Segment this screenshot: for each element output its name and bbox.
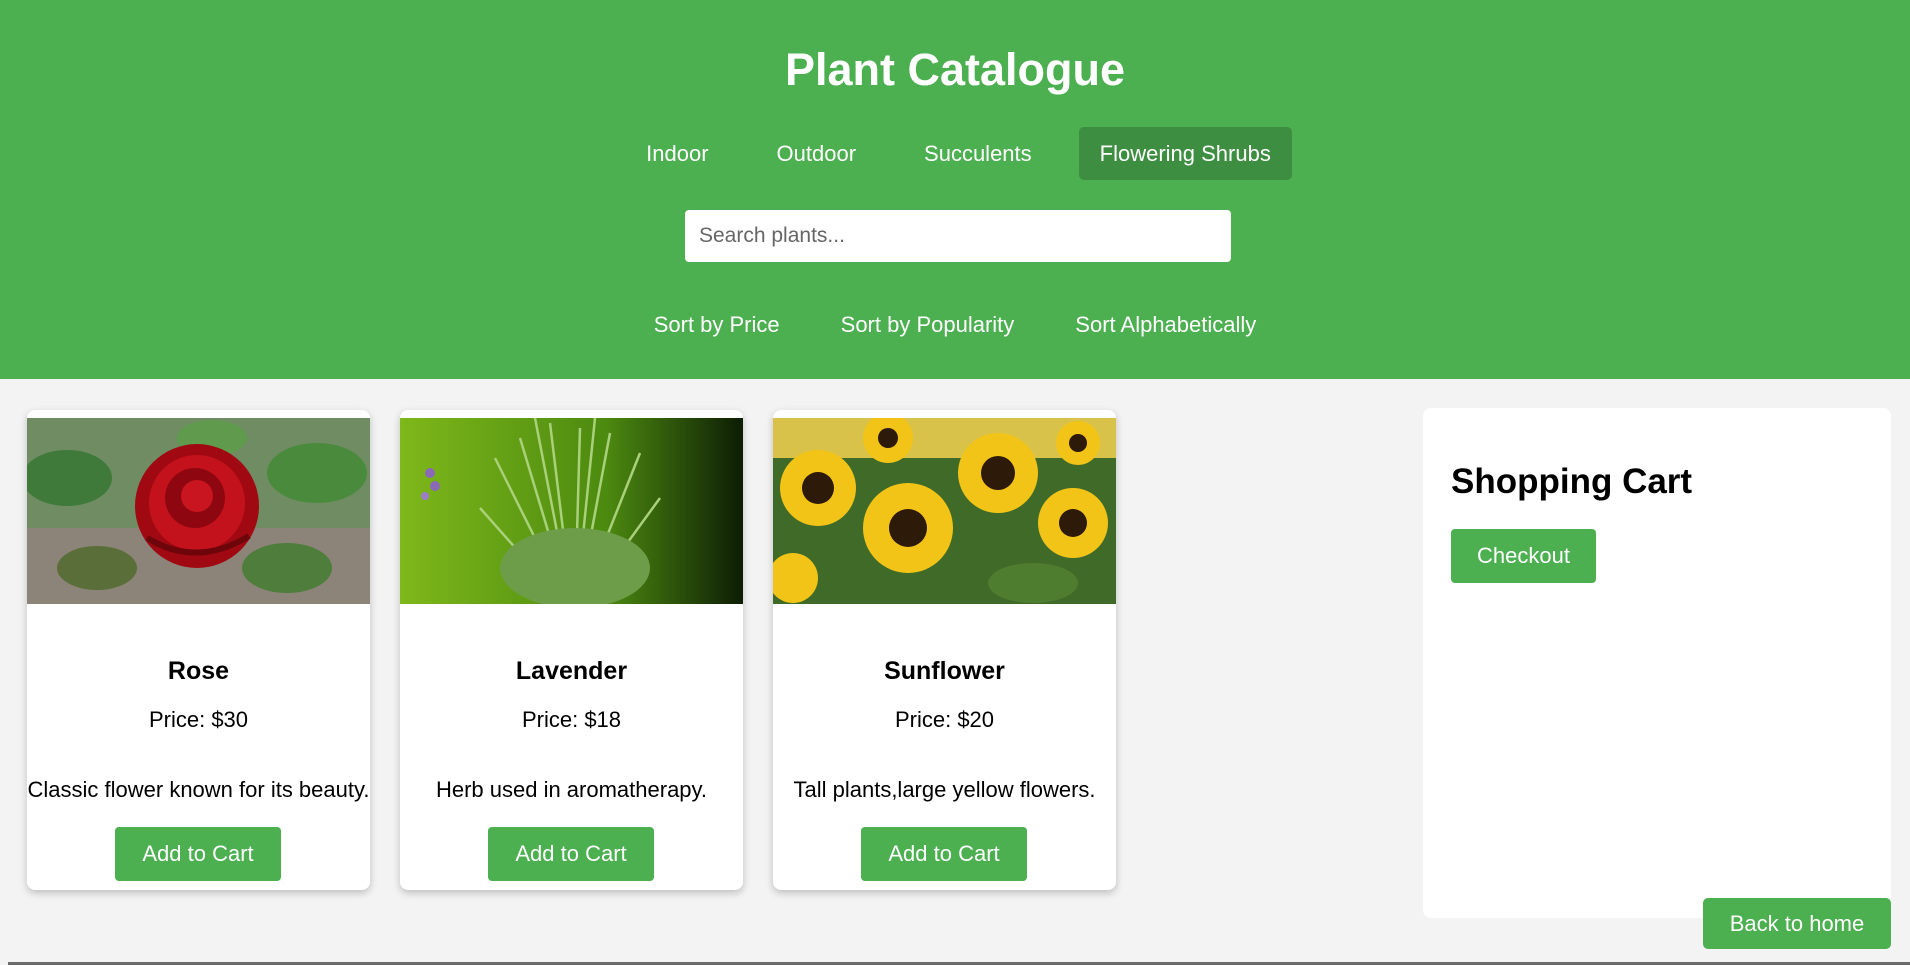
page-title: Plant Catalogue bbox=[784, 44, 1126, 95]
product-description: Herb used in aromatherapy. bbox=[435, 777, 708, 802]
product-description: Classic flower known for its beauty. bbox=[27, 777, 370, 802]
site-header: Plant Catalogue Indoor Outdoor Succulent… bbox=[0, 0, 1910, 379]
product-price: Price: $18 bbox=[521, 707, 622, 732]
back-to-home-button[interactable]: Back to home bbox=[1703, 898, 1891, 949]
sort-by-popularity-link[interactable]: Sort by Popularity bbox=[841, 308, 1015, 342]
cart-title: Shopping Cart bbox=[1451, 462, 1693, 501]
product-card-sunflower: Sunflower Price: $20 Tall plants,large y… bbox=[773, 410, 1116, 890]
sort-options: Sort by Price Sort by Popularity Sort Al… bbox=[0, 308, 1910, 342]
add-to-cart-button[interactable]: Add to Cart bbox=[861, 827, 1027, 881]
category-nav: Indoor Outdoor Succulents Flowering Shru… bbox=[0, 127, 1910, 180]
tab-outdoor[interactable]: Outdoor bbox=[756, 127, 878, 180]
lavender-image bbox=[400, 418, 743, 604]
sort-by-price-link[interactable]: Sort by Price bbox=[654, 308, 780, 342]
checkout-button[interactable]: Checkout bbox=[1451, 529, 1596, 583]
add-to-cart-button[interactable]: Add to Cart bbox=[115, 827, 281, 881]
product-price: Price: $20 bbox=[894, 707, 995, 732]
product-price: Price: $30 bbox=[148, 707, 249, 732]
shopping-cart-panel: Shopping Cart Checkout bbox=[1423, 408, 1891, 918]
sort-alphabetically-link[interactable]: Sort Alphabetically bbox=[1075, 308, 1256, 342]
search-input[interactable] bbox=[685, 210, 1231, 262]
add-to-cart-button[interactable]: Add to Cart bbox=[488, 827, 654, 881]
product-description: Tall plants,large yellow flowers. bbox=[793, 777, 1096, 802]
rose-image bbox=[27, 418, 370, 604]
tab-indoor[interactable]: Indoor bbox=[625, 127, 729, 180]
product-name: Rose bbox=[167, 657, 230, 685]
product-card-lavender: Lavender Price: $18 Herb used in aromath… bbox=[400, 410, 743, 890]
product-name: Sunflower bbox=[884, 657, 1005, 685]
sunflower-image bbox=[773, 418, 1116, 604]
product-card-rose: Rose Price: $30 Classic flower known for… bbox=[27, 410, 370, 890]
product-name: Lavender bbox=[515, 657, 628, 685]
tab-succulents[interactable]: Succulents bbox=[903, 127, 1053, 180]
tab-flowering-shrubs[interactable]: Flowering Shrubs bbox=[1078, 127, 1292, 180]
